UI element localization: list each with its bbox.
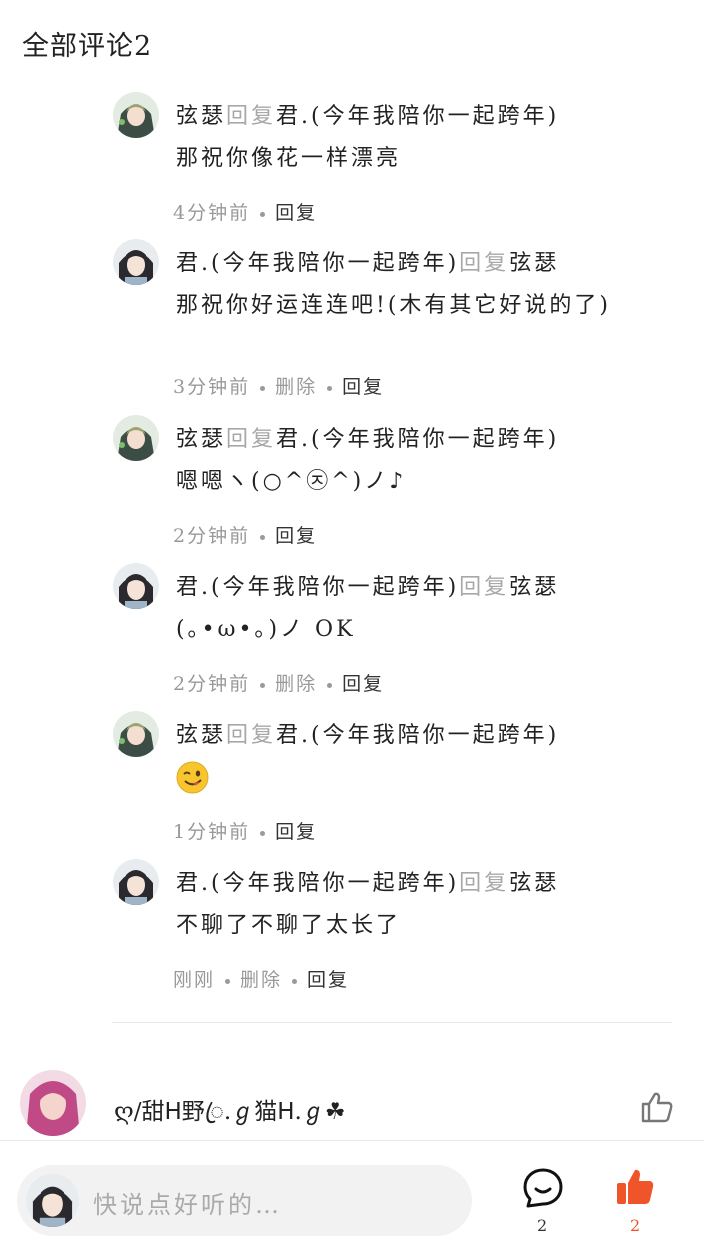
reply-button[interactable]: 回复 [275,821,317,843]
reply-word: 回复 [459,575,510,600]
page-title: 全部评论2 [22,31,153,62]
reply-word: 回复 [226,104,277,129]
reply-to[interactable]: 君.(今年我陪你一起跨年) [276,427,559,452]
comment-input-placeholder: 快说点好听的… [93,1191,282,1219]
reply-item: 弦瑟回复君.(今年我陪你一起跨年) 嗯嗯ヽ(○^㉨^)ノ♪ 2分钟前 回复 [113,415,673,555]
avatar[interactable] [113,239,159,285]
reply-time: 1分钟前 [173,821,251,843]
reply-header: 弦瑟回复君.(今年我陪你一起跨年) [176,421,559,453]
thumbs-up-filled-icon [617,1169,654,1204]
reply-message: (｡•ω•｡)ノ OK [176,617,356,642]
reply-item: 君.(今年我陪你一起跨年)回复弦瑟 不聊了不聊了太长了 刚刚 删除 回复 [113,859,673,999]
reply-from[interactable]: 君.(今年我陪你一起跨年) [176,251,459,276]
reply-button[interactable]: 回复 [275,525,317,547]
reply-time: 3分钟前 [173,376,251,398]
reply-message: 嗯嗯ヽ(○^㉨^)ノ♪ [176,469,407,494]
reply-header: 弦瑟回复君.(今年我陪你一起跨年) [176,717,559,749]
like-button[interactable] [615,1167,655,1207]
reply-time: 4分钟前 [173,202,251,224]
comment-bubble-icon [523,1168,563,1208]
reply-word: 回复 [459,871,510,896]
reply-header: 弦瑟回复君.(今年我陪你一起跨年) [176,98,559,130]
separator-dot [327,682,333,688]
reply-word: 回复 [459,251,510,276]
separator-dot [225,978,231,984]
reply-word: 回复 [226,427,277,452]
reply-from[interactable]: 君.(今年我陪你一起跨年) [176,871,459,896]
reply-header: 君.(今年我陪你一起跨年)回复弦瑟 [176,865,559,897]
reply-message [176,761,636,805]
reply-meta: 1分钟前 回复 [173,817,317,844]
delete-button[interactable]: 删除 [275,376,317,398]
reply-button[interactable]: 回复 [342,673,384,695]
reply-button[interactable]: 回复 [307,969,349,991]
reply-time: 刚刚 [173,969,216,991]
reply-item: 弦瑟回复君.(今年我陪你一起跨年) 1分钟前 回复 [113,711,673,851]
reply-to[interactable]: 弦瑟 [509,871,559,896]
comment-button[interactable] [522,1167,564,1209]
reply-time: 2分钟前 [173,525,251,547]
commenter-name[interactable]: ღ/甜ᕼ野ꦿ.ℊ猫ᕼ.ℊ☘ [114,1092,345,1141]
avatar[interactable] [20,1070,86,1136]
separator-dot [292,978,298,984]
reply-header: 君.(今年我陪你一起跨年)回复弦瑟 [176,569,559,601]
reply-from[interactable]: 弦瑟 [176,427,226,452]
reply-meta: 刚刚 删除 回复 [173,965,349,992]
separator-dot [260,830,266,836]
reply-to[interactable]: 君.(今年我陪你一起跨年) [276,104,559,129]
reply-item: 弦瑟回复君.(今年我陪你一起跨年) 那祝你像花一样漂亮 4分钟前 回复 [113,92,673,232]
avatar[interactable] [113,415,159,461]
reply-header: 君.(今年我陪你一起跨年)回复弦瑟 [176,245,559,277]
reply-item: 君.(今年我陪你一起跨年)回复弦瑟 (｡•ω•｡)ノ OK 2分钟前 删除 回复 [113,563,673,703]
reply-button[interactable]: 回复 [342,376,384,398]
bottom-bar: 快说点好听的… 2 2 [0,1140,704,1259]
avatar[interactable] [113,563,159,609]
reply-to[interactable]: 弦瑟 [509,251,559,276]
divider [112,1022,672,1023]
reply-button[interactable]: 回复 [275,202,317,224]
thumbs-up-outline-icon [641,1092,673,1123]
avatar[interactable] [113,92,159,138]
winking-face-icon [176,761,209,794]
reply-meta: 4分钟前 回复 [173,198,317,225]
reply-to[interactable]: 君.(今年我陪你一起跨年) [276,723,559,748]
avatar[interactable] [113,859,159,905]
separator-dot [260,211,266,217]
separator-dot [327,385,333,391]
delete-button[interactable]: 删除 [240,969,282,991]
reply-meta: 2分钟前 删除 回复 [173,669,384,696]
reply-meta: 2分钟前 回复 [173,521,317,548]
reply-message: 那祝你好运连连吧!(木有其它好说的了) [176,293,612,318]
like-button[interactable] [640,1090,674,1124]
like-count: 2 [630,1216,641,1235]
reply-from[interactable]: 弦瑟 [176,104,226,129]
separator-dot [260,682,266,688]
separator-dot [260,385,266,391]
reply-meta: 3分钟前 删除 回复 [173,372,384,399]
reply-word: 回复 [226,723,277,748]
comment-count: 2 [537,1216,548,1235]
reply-time: 2分钟前 [173,673,251,695]
reply-item: 君.(今年我陪你一起跨年)回复弦瑟 那祝你好运连连吧!(木有其它好说的了) 3分… [113,239,673,404]
reply-from[interactable]: 弦瑟 [176,723,226,748]
reply-message: 不聊了不聊了太长了 [176,913,402,938]
reply-message: 那祝你像花一样漂亮 [176,146,402,171]
separator-dot [260,534,266,540]
delete-button[interactable]: 删除 [275,673,317,695]
avatar [26,1174,79,1227]
reply-from[interactable]: 君.(今年我陪你一起跨年) [176,575,459,600]
comment-input[interactable]: 快说点好听的… [17,1165,472,1236]
reply-to[interactable]: 弦瑟 [509,575,559,600]
avatar[interactable] [113,711,159,757]
